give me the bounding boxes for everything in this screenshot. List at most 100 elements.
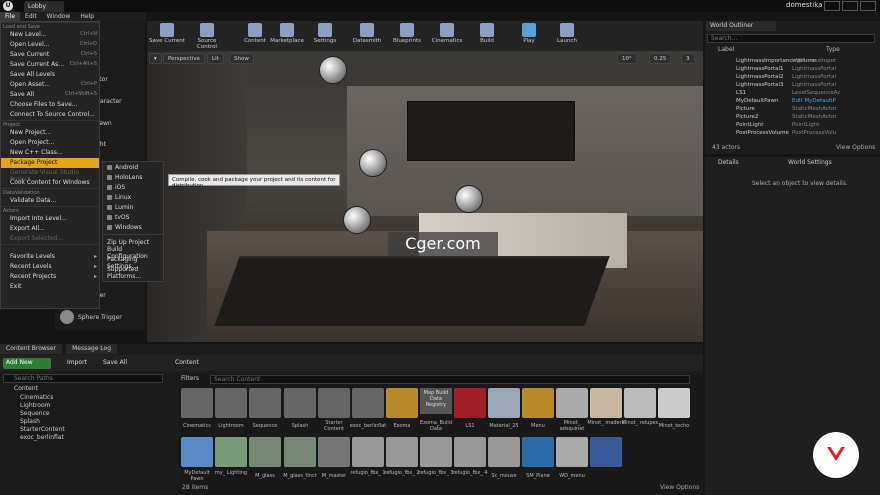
level-viewport[interactable]: ▾ Perspective Lit Show 10° 0.25 3	[147, 51, 703, 342]
outliner-row[interactable]: PostProcessVolume PostProcessVolu	[706, 130, 874, 138]
menu-window[interactable]: Window	[42, 12, 76, 21]
col-type[interactable]: Type	[826, 46, 840, 53]
light-sphere-icon[interactable]	[359, 149, 387, 177]
asset-thumbnail[interactable]	[522, 437, 554, 467]
menu-item-package-project[interactable]: Package Project	[1, 158, 99, 168]
toolbar-launch[interactable]: Launch	[547, 23, 587, 49]
outliner-row[interactable]: LightmassPortal2 LightmassPortal	[706, 74, 874, 82]
outliner-row[interactable]: LightmassPortal1 LightmassPortal	[706, 66, 874, 74]
menu-item-new-cpp-class[interactable]: New C++ Class...	[1, 148, 99, 158]
asset-thumbnail[interactable]	[352, 437, 384, 467]
outliner-row[interactable]: Picture StaticMeshActor	[706, 106, 874, 114]
submenu-lumin[interactable]: Lumin	[103, 202, 163, 212]
outliner-row[interactable]: MyDefaultPawn Edit MyDefaultP	[706, 98, 874, 106]
tab-content-browser[interactable]: Content Browser	[0, 344, 63, 354]
asset-folder[interactable]	[249, 388, 281, 418]
submenu-ios[interactable]: iOS	[103, 182, 163, 192]
asset-thumbnail[interactable]	[181, 437, 213, 467]
asset-thumbnail[interactable]	[556, 437, 588, 467]
asset-thumbnail[interactable]	[454, 437, 486, 467]
outliner-row[interactable]: PointLight PointLight	[706, 122, 874, 130]
toolbar-cinematics[interactable]: Cinematics	[427, 23, 467, 49]
close-icon[interactable]	[860, 1, 876, 11]
menu-item-recent-levels[interactable]: Recent Levels	[1, 262, 99, 272]
menu-item-export-all[interactable]: Export All...	[1, 224, 99, 234]
asset-folder[interactable]	[284, 388, 316, 418]
submenu-supported-platforms[interactable]: Supported Platforms...	[103, 266, 163, 280]
asset-thumbnail[interactable]	[488, 437, 520, 467]
camera-count-button[interactable]: 3	[681, 53, 695, 64]
search-paths-input[interactable]: Search Paths	[3, 374, 163, 383]
folder-lightroom[interactable]: Lightroom	[20, 402, 51, 409]
place-item-sphere-trigger[interactable]: Sphere Trigger	[60, 310, 122, 324]
viewport-options-icon[interactable]: ▾	[149, 53, 162, 64]
asset-thumbnail[interactable]	[318, 437, 350, 467]
menu-item-validate-data[interactable]: Validate Data...	[1, 196, 99, 206]
cb-view-options[interactable]: View Options	[660, 484, 699, 491]
menu-item-choose-files[interactable]: Choose Files to Save...	[1, 100, 99, 110]
asset-thumbnail[interactable]	[624, 388, 656, 418]
menu-item-save-current-as[interactable]: Save Current As... Ctrl+Alt+S	[1, 60, 99, 70]
save-all-button[interactable]: Save All	[100, 358, 130, 369]
asset-map-build-data-registry[interactable]: Map Build Data Registry	[420, 388, 452, 414]
minimize-icon[interactable]	[824, 1, 840, 11]
asset-thumbnail[interactable]	[215, 437, 247, 467]
asset-folder[interactable]	[318, 388, 350, 418]
menu-item-export-selected[interactable]: Export Selected...	[1, 234, 99, 244]
light-sphere-icon[interactable]	[343, 206, 371, 234]
menu-edit[interactable]: Edit	[20, 12, 42, 21]
submenu-windows[interactable]: Windows	[103, 222, 163, 232]
menu-item-source-control[interactable]: Connect To Source Control...	[1, 110, 99, 120]
submenu-tvos[interactable]: tvOS	[103, 212, 163, 222]
menu-item-exit[interactable]: Exit	[1, 282, 99, 292]
toolbar-marketplace[interactable]: Marketplace	[267, 23, 307, 49]
toolbar-save-current[interactable]: Save Current	[147, 23, 187, 49]
search-content-input[interactable]: Search Content	[210, 375, 690, 384]
submenu-hololens[interactable]: HoloLens	[103, 172, 163, 182]
menu-item-new-level[interactable]: New Level... Ctrl+N	[1, 30, 99, 40]
asset-thumbnail[interactable]	[420, 437, 452, 467]
menu-item-save-all[interactable]: Save All Ctrl+Shift+S	[1, 90, 99, 100]
menu-item-recent-projects[interactable]: Recent Projects	[1, 272, 99, 282]
filters-button[interactable]: Filters	[181, 375, 199, 382]
asset-thumbnail[interactable]	[658, 388, 690, 418]
menu-help[interactable]: Help	[75, 12, 99, 21]
import-button[interactable]: Import	[64, 358, 90, 369]
menu-item-new-project[interactable]: New Project...	[1, 128, 99, 138]
outliner-search-input[interactable]: Search...	[707, 34, 875, 43]
folder-cinematics[interactable]: Cinematics	[20, 394, 53, 401]
menu-item-generate-vs[interactable]: Generate Visual Studio Project	[1, 168, 99, 183]
camera-speed-button[interactable]: 0.25	[649, 53, 672, 64]
asset-thumbnail[interactable]	[556, 388, 588, 418]
viewport-show-button[interactable]: Show	[229, 53, 254, 64]
viewport-lit-button[interactable]: Lit	[207, 53, 224, 64]
submenu-android[interactable]: Android	[103, 162, 163, 172]
folder-content[interactable]: Content	[14, 385, 38, 392]
folder-sequence[interactable]: Sequence	[20, 410, 50, 417]
menu-item-import-into-level[interactable]: Import Into Level...	[1, 214, 99, 224]
asset-thumbnail[interactable]	[488, 388, 520, 418]
tab-world-outliner[interactable]: World Outliner	[706, 21, 776, 31]
tab-world-settings[interactable]: World Settings	[788, 159, 832, 166]
outliner-row[interactable]: LS1 LevelSequenceAc	[706, 90, 874, 98]
menu-item-open-asset[interactable]: Open Asset... Ctrl+P	[1, 80, 99, 90]
menu-item-save-current[interactable]: Save Current Ctrl+S	[1, 50, 99, 60]
folder-splash[interactable]: Splash	[20, 418, 40, 425]
menu-item-save-all-levels[interactable]: Save All Levels	[1, 70, 99, 80]
toolbar-play[interactable]: Play	[509, 23, 549, 49]
folder-startercontent[interactable]: StarterContent	[20, 426, 65, 433]
level-tab[interactable]: Lobby	[24, 1, 64, 12]
toolbar-build[interactable]: Build	[467, 23, 507, 49]
asset-folder[interactable]	[215, 388, 247, 418]
tab-message-log[interactable]: Message Log	[66, 344, 118, 354]
asset-folder[interactable]	[181, 388, 213, 418]
asset-folder[interactable]	[352, 388, 384, 418]
asset-thumbnail[interactable]	[249, 437, 281, 467]
col-label[interactable]: Label	[718, 46, 734, 53]
asset-thumbnail[interactable]	[590, 388, 622, 418]
outliner-row[interactable]: LightmassImportanceVolume LightmassImpor	[706, 58, 874, 66]
menu-item-open-level[interactable]: Open Level... Ctrl+O	[1, 40, 99, 50]
toolbar-blueprints[interactable]: Blueprints	[387, 23, 427, 49]
folder-exoc-berlinflat[interactable]: exoc_berlinflat	[20, 434, 64, 441]
asset-thumbnail[interactable]	[386, 437, 418, 467]
